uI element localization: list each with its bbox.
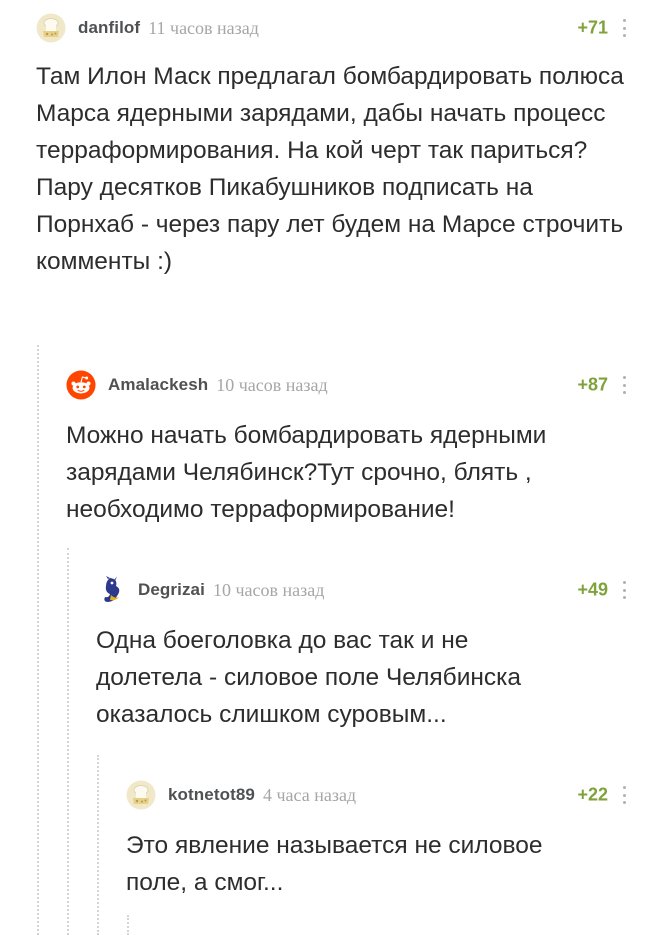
comment-time[interactable]: 11 часов назад xyxy=(148,18,259,39)
more-options-icon[interactable] xyxy=(620,581,628,599)
comment-header: kotnetot89 4 часа назад +22 xyxy=(126,780,628,810)
username[interactable]: danfilof xyxy=(78,18,140,38)
comment-text: Там Илон Маск предлагал бомбардировать п… xyxy=(36,63,624,275)
username[interactable]: Degrizai xyxy=(138,580,205,600)
comment-time[interactable]: 4 часа назад xyxy=(263,785,356,806)
comment-rating: +22 xyxy=(577,784,608,805)
comment: Degrizai 10 часов назад +49 Одна боеголо… xyxy=(96,575,628,733)
reddit-alien-icon[interactable] xyxy=(66,370,96,400)
comment: Amalackesh 10 часов назад +87 Можно нача… xyxy=(66,370,628,528)
comment-rating: +71 xyxy=(577,17,608,38)
username[interactable]: kotnetot89 xyxy=(168,785,255,805)
default-avatar-icon[interactable] xyxy=(36,13,66,43)
thread-line-level-1[interactable] xyxy=(37,345,39,935)
more-options-icon[interactable] xyxy=(620,376,628,394)
more-options-icon[interactable] xyxy=(620,19,628,37)
dragon-icon[interactable] xyxy=(96,575,126,605)
comment-time[interactable]: 10 часов назад xyxy=(216,375,327,396)
comment-text: Можно начать бомбардировать ядерными зар… xyxy=(66,422,547,523)
comment-header: Degrizai 10 часов назад +49 xyxy=(96,575,628,605)
default-avatar-icon[interactable] xyxy=(126,780,156,810)
username[interactable]: Amalackesh xyxy=(108,375,208,395)
comment-time[interactable]: 10 часов назад xyxy=(213,580,324,601)
thread-line-level-3[interactable] xyxy=(97,755,99,935)
thread-line-level-2[interactable] xyxy=(67,548,69,935)
comment-rating: +87 xyxy=(577,374,608,395)
comment-text: Это явление называется не силовое поле, … xyxy=(126,832,543,896)
comment-header: Amalackesh 10 часов назад +87 xyxy=(66,370,628,400)
thread-line-level-4[interactable] xyxy=(127,915,129,935)
comment: danfilof 11 часов назад +71 Там Илон Мас… xyxy=(36,13,628,280)
comment-rating: +49 xyxy=(577,579,608,600)
comment-header: danfilof 11 часов назад +71 xyxy=(36,13,628,43)
more-options-icon[interactable] xyxy=(620,786,628,804)
comment-text: Одна боеголовка до вас так и не долетела… xyxy=(96,627,522,728)
comment: kotnetot89 4 часа назад +22 Это явление … xyxy=(126,780,628,901)
